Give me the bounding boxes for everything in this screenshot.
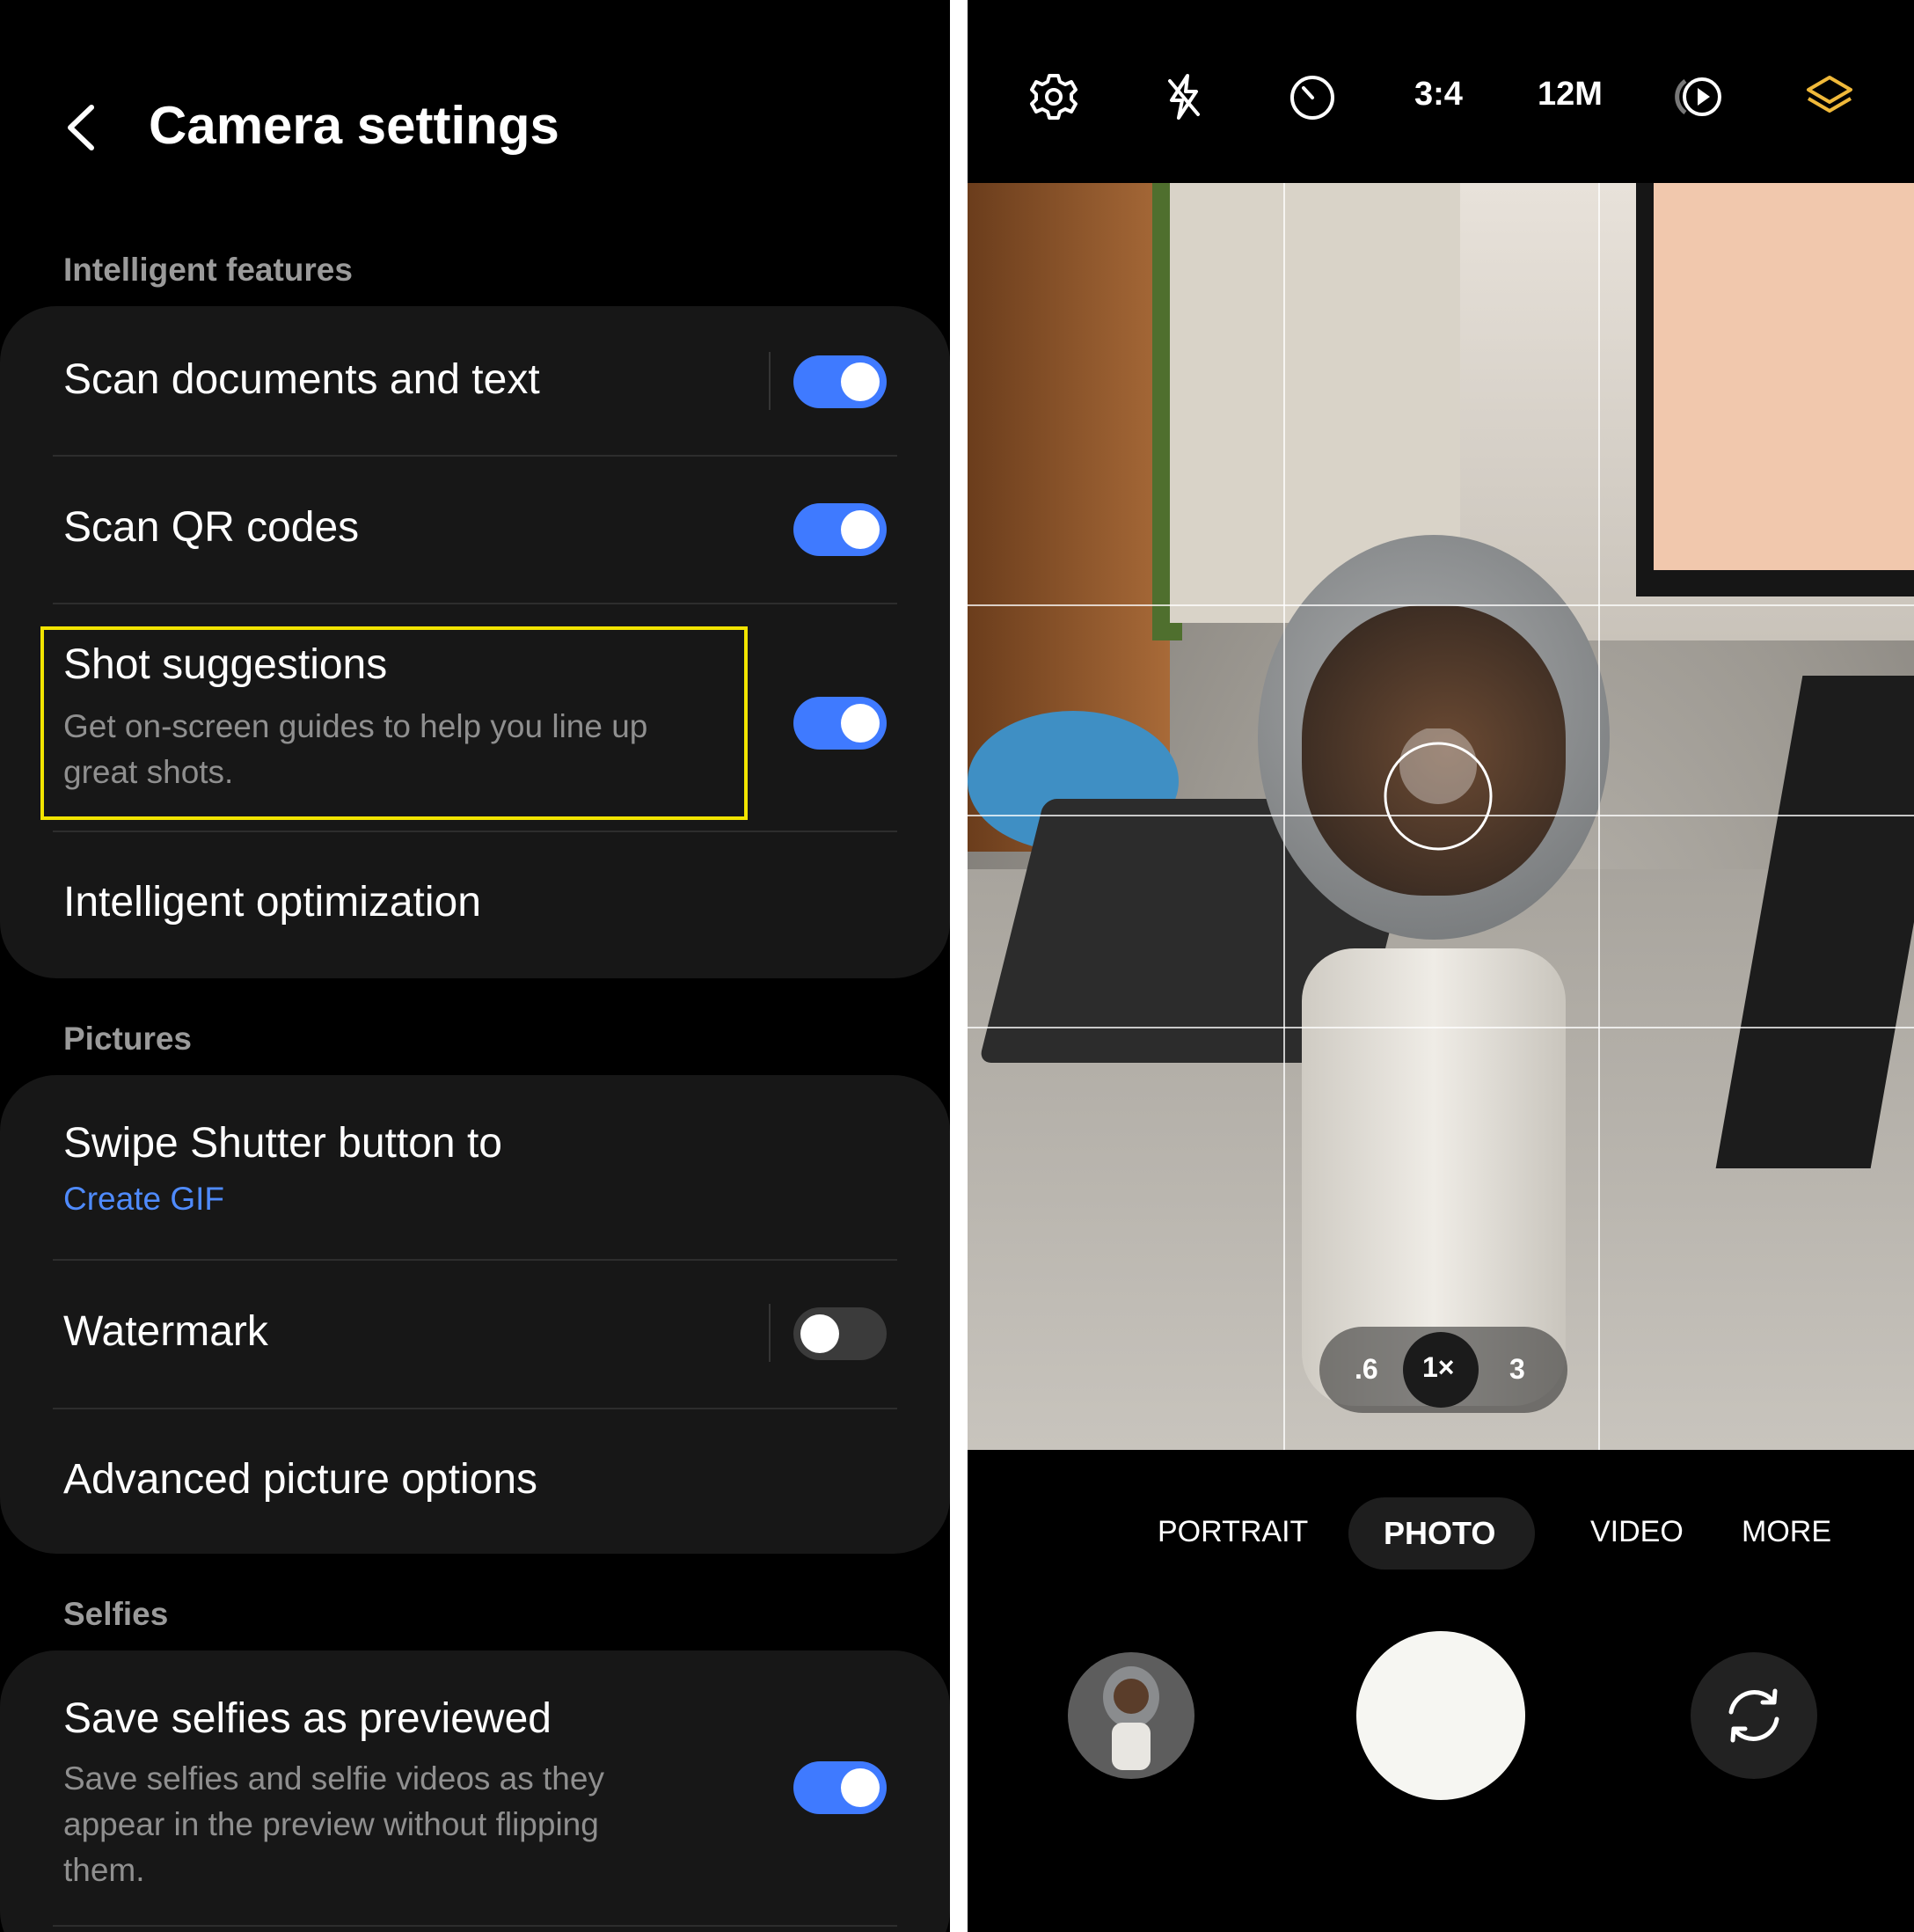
mode-more[interactable]: MORE xyxy=(1742,1515,1831,1549)
setting-advanced-picture-options[interactable]: Advanced picture options xyxy=(0,1409,950,1554)
setting-swipe-shutter[interactable]: Swipe Shutter button to Create GIF xyxy=(0,1075,950,1260)
page-title: Camera settings xyxy=(149,96,559,155)
background-monitor-screen xyxy=(1654,183,1914,570)
save-selfies-toggle[interactable] xyxy=(793,1761,887,1814)
setting-label: Watermark xyxy=(63,1308,268,1355)
highlight-annotation-box xyxy=(40,626,748,820)
thumbnail-figure-body xyxy=(1112,1723,1151,1770)
shot-suggestion-target-icon xyxy=(1384,728,1493,851)
thumbnail-figure-face xyxy=(1114,1679,1149,1714)
setting-scan-documents[interactable]: Scan documents and text xyxy=(0,306,950,456)
zoom-1x-button[interactable]: 1× xyxy=(1422,1351,1454,1384)
motion-photo-icon[interactable] xyxy=(1673,70,1726,123)
setting-save-selfies-as-previewed[interactable]: Save selfies as previewed Save selfies a… xyxy=(0,1650,950,1925)
shutter-button[interactable] xyxy=(1356,1631,1525,1800)
setting-label: Intelligent optimization xyxy=(63,879,481,926)
zoom-selector: .6 1× 3 xyxy=(1319,1327,1567,1413)
divider xyxy=(53,1925,897,1927)
toggle-knob xyxy=(841,704,880,743)
back-arrow-icon[interactable] xyxy=(55,97,107,158)
gallery-thumbnail[interactable] xyxy=(1068,1652,1194,1779)
zoom-0-6x-button[interactable]: .6 xyxy=(1355,1353,1378,1386)
aspect-ratio-button[interactable]: 3:4 xyxy=(1414,76,1463,113)
section-header-pictures: Pictures xyxy=(63,1021,193,1057)
grid-line xyxy=(1283,183,1285,1450)
camera-viewfinder[interactable] xyxy=(968,183,1914,1450)
mode-photo[interactable]: PHOTO xyxy=(1384,1515,1495,1552)
shot-suggestions-toggle[interactable] xyxy=(793,697,887,750)
scan-qr-codes-toggle[interactable] xyxy=(793,503,887,556)
grid-line xyxy=(1598,183,1600,1450)
mode-video[interactable]: VIDEO xyxy=(1590,1515,1684,1549)
setting-description-line-3: them. xyxy=(63,1852,145,1888)
setting-label: Save selfies as previewed xyxy=(63,1695,552,1742)
toggle-knob xyxy=(841,1768,880,1807)
camera-settings-screen: Camera settings Intelligent features Sca… xyxy=(0,0,950,1932)
switch-camera-button[interactable] xyxy=(1691,1652,1817,1779)
selfies-card: Save selfies as previewed Save selfies a… xyxy=(0,1650,950,1932)
setting-description-line-2: appear in the preview without flipping xyxy=(63,1806,599,1842)
setting-label: Scan documents and text xyxy=(63,356,540,403)
toggle-knob xyxy=(841,362,880,401)
setting-scan-qr-codes[interactable]: Scan QR codes xyxy=(0,456,950,604)
toggle-knob xyxy=(800,1314,839,1353)
switch-camera-icon xyxy=(1728,1688,1779,1743)
mode-portrait[interactable]: PORTRAIT xyxy=(1158,1515,1308,1549)
zoom-3x-button[interactable]: 3 xyxy=(1509,1353,1525,1386)
section-header-intelligent-features: Intelligent features xyxy=(63,252,353,288)
filters-layers-icon[interactable] xyxy=(1803,70,1856,123)
setting-intelligent-optimization[interactable]: Intelligent optimization xyxy=(0,832,950,978)
settings-gear-icon[interactable] xyxy=(1027,70,1080,123)
resolution-button[interactable]: 12M xyxy=(1538,76,1603,113)
flash-off-icon[interactable] xyxy=(1158,70,1210,123)
section-header-selfies: Selfies xyxy=(63,1596,169,1632)
row-separator xyxy=(769,352,771,410)
watermark-toggle[interactable] xyxy=(793,1307,887,1360)
setting-description-line-1: Save selfies and selfie videos as they xyxy=(63,1760,604,1797)
grid-line xyxy=(968,604,1914,606)
scan-documents-toggle[interactable] xyxy=(793,355,887,408)
timer-icon[interactable] xyxy=(1286,70,1339,123)
row-separator xyxy=(769,1304,771,1362)
camera-screen: 3:4 12M .6 1× 3 PORTRAIT PHOTO VIDEO MOR… xyxy=(968,0,1914,1932)
setting-label: Swipe Shutter button to xyxy=(63,1120,502,1167)
pictures-card: Swipe Shutter button to Create GIF Water… xyxy=(0,1075,950,1554)
setting-label: Advanced picture options xyxy=(63,1456,538,1503)
setting-watermark[interactable]: Watermark xyxy=(0,1260,950,1408)
setting-value-link: Create GIF xyxy=(63,1181,224,1217)
setting-label: Scan QR codes xyxy=(63,504,360,551)
grid-line xyxy=(968,1027,1914,1028)
toggle-knob xyxy=(841,510,880,549)
